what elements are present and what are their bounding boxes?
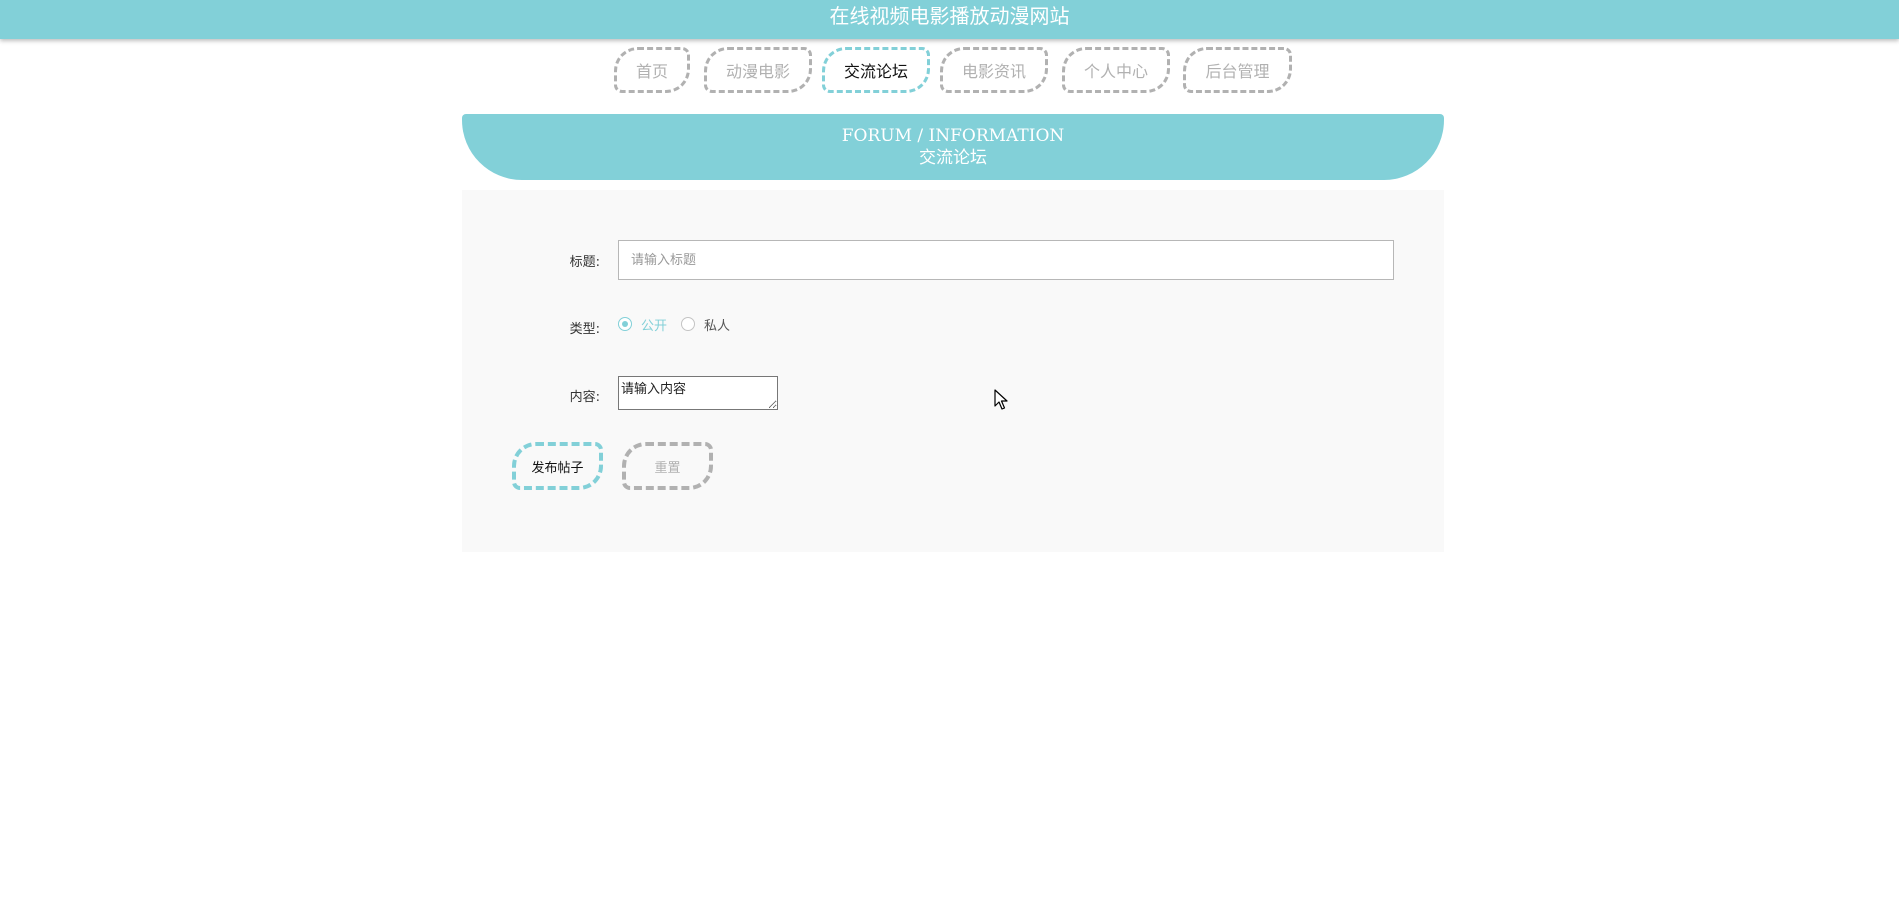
content-textarea[interactable]: 请输入内容: [618, 376, 778, 410]
nav-item-label: 电影资讯: [961, 62, 1026, 81]
nav-item-label: 交流论坛: [843, 62, 908, 81]
nav-item-admin[interactable]: 后台管理: [1183, 47, 1292, 93]
radio-private[interactable]: 私人: [681, 315, 730, 334]
submit-post-button[interactable]: 发布帖子: [512, 442, 603, 490]
mouse-cursor-icon: [994, 389, 1008, 410]
radio-public-indicator[interactable]: [618, 317, 632, 331]
radio-private-indicator[interactable]: [681, 317, 696, 331]
site-title: 在线视频电影播放动漫网站: [829, 4, 1070, 28]
type-radio-group: 公开 私人: [618, 314, 744, 334]
nav-item-user-center[interactable]: 个人中心: [1062, 47, 1170, 93]
nav-item-movie-news[interactable]: 电影资讯: [940, 47, 1048, 93]
content-label: 内容:: [569, 390, 600, 405]
nav-item-label: 动漫电影: [725, 62, 790, 81]
radio-public-label: 公开: [641, 318, 668, 334]
top-bar: 在线视频电影播放动漫网站: [0, 0, 1899, 39]
radio-private-label: 私人: [704, 318, 731, 334]
nav-item-anime-movies[interactable]: 动漫电影: [704, 47, 812, 93]
post-form: 标题: 类型: 公开 私人 内容: 请输入内容 发布帖子 重置: [462, 190, 1444, 552]
nav-item-label: 后台管理: [1205, 62, 1270, 81]
banner-title-cn: 交流论坛: [919, 148, 987, 168]
radio-public[interactable]: 公开: [618, 315, 667, 334]
nav-item-label: 首页: [635, 62, 668, 81]
type-label: 类型:: [569, 322, 600, 337]
reset-button[interactable]: 重置: [622, 442, 713, 490]
section-banner: FORUM / INFORMATION 交流论坛: [462, 114, 1444, 180]
nav-item-home[interactable]: 首页: [614, 47, 690, 93]
nav-item-forum[interactable]: 交流论坛: [822, 47, 930, 93]
title-label: 标题:: [569, 255, 600, 270]
banner-title-en: FORUM / INFORMATION: [841, 126, 1065, 146]
main-nav: 首页 动漫电影 交流论坛 电影资讯 个人中心 后台管理: [0, 47, 1899, 93]
title-input[interactable]: [618, 240, 1394, 280]
nav-item-label: 个人中心: [1083, 62, 1148, 81]
